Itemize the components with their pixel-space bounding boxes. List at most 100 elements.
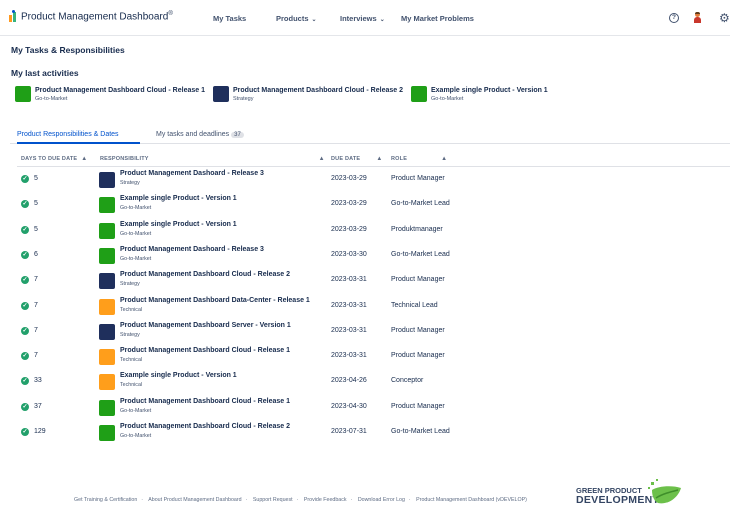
footer-link[interactable]: About Product Management Dashboard [148,497,241,503]
responsibility-title[interactable]: Product Management Dashboard Server - Ve… [120,322,291,329]
footer-link[interactable]: Support Request [253,497,293,503]
product-color-icon [99,197,115,214]
role: Product Manager [391,175,445,182]
responsibility-title[interactable]: Example single Product - Version 1 [120,372,237,379]
page-title: My Tasks & Responsibilities [11,45,125,55]
help-icon[interactable]: ? [669,13,679,23]
due-date: 2023-03-29 [331,175,367,182]
tasks-count-badge: 37 [231,132,244,138]
check-circle-icon: ✓ [21,276,29,285]
responsibility-title[interactable]: Product Management Dashboard Data-Center… [120,297,310,304]
role: Product Manager [391,402,445,410]
role: Product Manager [391,276,445,284]
responsibility-title[interactable]: Product Management Dashboard Cloud - Rel… [120,398,290,405]
top-header: Product Management Dashboard® My Tasks P… [0,0,730,36]
responsibility-title[interactable]: Product Management Dashboard Cloud - Rel… [120,347,290,354]
table-row[interactable]: ✓ 5 Product Management Dashoard - Release … [0,170,730,195]
nav-my-tasks[interactable]: My Tasks [213,14,246,23]
days-to-due: 6 [34,250,38,258]
footer-link[interactable]: Product Management Dashboard (vDEVELOP) [416,497,527,503]
avatar[interactable] [693,12,702,23]
responsibility-title[interactable]: Product Management Dashboard Cloud - Rel… [120,271,290,278]
footer-separator: · [408,497,411,503]
responsibility-type: Technical [120,357,143,364]
responsibility-type: Technical [120,306,143,313]
role: Go-to-Market Lead [391,428,450,435]
sort-icon[interactable]: ▲ [376,156,382,162]
column-header-due-date[interactable]: DUE DATE ▲ [331,156,382,162]
check-circle-icon: ✓ [21,250,29,259]
activity-subtitle: Go-to-Market [431,96,464,102]
check-circle-icon: ✓ [21,175,29,183]
role: Go-to-Market Lead [391,200,450,208]
leaf-logo-icon [648,479,681,504]
due-date: 2023-03-31 [331,326,367,334]
due-date: 2023-03-29 [331,225,367,233]
role: Produktmanager [391,225,443,233]
responsibility-type: Technical [120,382,143,389]
column-header-role[interactable]: ROLE ▲ [391,156,447,162]
activity-subtitle: Go-to-Market [35,96,68,102]
nav-products[interactable]: Products ⌄ [276,14,317,23]
responsibility-type: Go-to-Market [120,433,152,439]
footer-separator: · [141,497,144,503]
responsibility-title[interactable]: Product Management Dashoard - Release 3 [120,246,264,253]
check-circle-icon: ✓ [21,200,29,209]
table-row[interactable]: ✓ 7 Product Management Dashboard Server - … [0,322,730,347]
role: Conceptor [391,377,424,385]
nav-my-market-problems[interactable]: My Market Problems [401,14,474,23]
days-to-due: 33 [34,377,42,385]
activity-card[interactable]: Example single Product - Version 1 Go-to-… [411,86,548,102]
responsibility-type: Go-to-Market [120,230,152,237]
column-header-days[interactable]: DAYS TO DUE DATE ▲ [21,156,87,162]
responsibility-title[interactable]: Example single Product - Version 1 [120,221,237,228]
days-to-due: 7 [34,301,38,309]
activity-subtitle: Strategy [233,96,254,102]
table-row[interactable]: ✓ 7 Product Management Dashboard Cloud - R… [0,271,730,296]
footer-link[interactable]: Get Training & Certification [74,497,137,503]
tab-product-responsibilities[interactable]: Product Responsibilities & Dates [17,131,119,138]
gear-icon[interactable]: ⚙ [719,11,730,25]
activity-card[interactable]: Product Management Dashboard Cloud - Rel… [15,86,205,102]
tab-my-tasks-deadlines[interactable]: My tasks and deadlines 37 [156,131,244,138]
product-color-icon [99,298,115,315]
table-row[interactable]: ✓ 7 Product Management Dashboard Data-Cent… [0,297,730,322]
app-logo[interactable]: Product Management Dashboard® [9,10,173,22]
footer-link[interactable]: Download Error Log [358,497,405,503]
column-header-responsibility[interactable]: RESPONSIBILITY ▲ [100,156,325,162]
check-circle-icon: ✓ [21,402,29,411]
responsibility-title[interactable]: Example single Product - Version 1 [120,195,237,202]
days-to-due: 129 [34,428,46,435]
product-color-icon [99,425,115,441]
check-circle-icon: ✓ [21,352,29,361]
product-color-icon [99,374,115,391]
role: Product Manager [391,352,445,360]
table-row[interactable]: ✓ 37 Product Management Dashboard Cloud - … [0,398,730,423]
due-date: 2023-04-26 [331,377,367,385]
product-color-icon [99,222,115,239]
footer-separator: · [296,497,299,503]
responsibility-title[interactable]: Product Management Dashboard Cloud - Rel… [120,423,290,430]
product-color-icon [99,172,115,188]
chevron-down-icon: ⌄ [379,17,385,23]
sort-icon[interactable]: ▲ [81,156,87,162]
sort-icon[interactable]: ▲ [441,156,447,162]
table-row[interactable]: ✓ 6 Product Management Dashoard - Release … [0,246,730,271]
chevron-down-icon: ⌄ [311,17,317,23]
dashboard-logo-icon [9,10,19,22]
table-row[interactable]: ✓ 129 Product Management Dashboard Cloud -… [0,423,730,448]
role: Product Manager [391,326,445,334]
table-row[interactable]: ✓ 33 Example single Product - Version 1 Tec… [0,372,730,397]
table-row[interactable]: ✓ 7 Product Management Dashboard Cloud - R… [0,347,730,372]
sort-icon[interactable]: ▲ [319,156,325,162]
table-row[interactable]: ✓ 5 Example single Product - Version 1 Go-t… [0,195,730,220]
responsibility-type: Go-to-Market [120,255,152,262]
activity-card[interactable]: Product Management Dashboard Cloud - Rel… [213,86,403,102]
footer-links: Get Training & Certification · About Prod… [74,497,527,503]
responsibility-type: Go-to-Market [120,407,152,414]
nav-interviews[interactable]: Interviews ⌄ [340,14,385,23]
responsibility-title[interactable]: Product Management Dashoard - Release 3 [120,170,264,177]
role: Go-to-Market Lead [391,250,450,258]
footer-link[interactable]: Provide Feedback [304,497,347,503]
table-row[interactable]: ✓ 5 Example single Product - Version 1 Go-t… [0,221,730,246]
